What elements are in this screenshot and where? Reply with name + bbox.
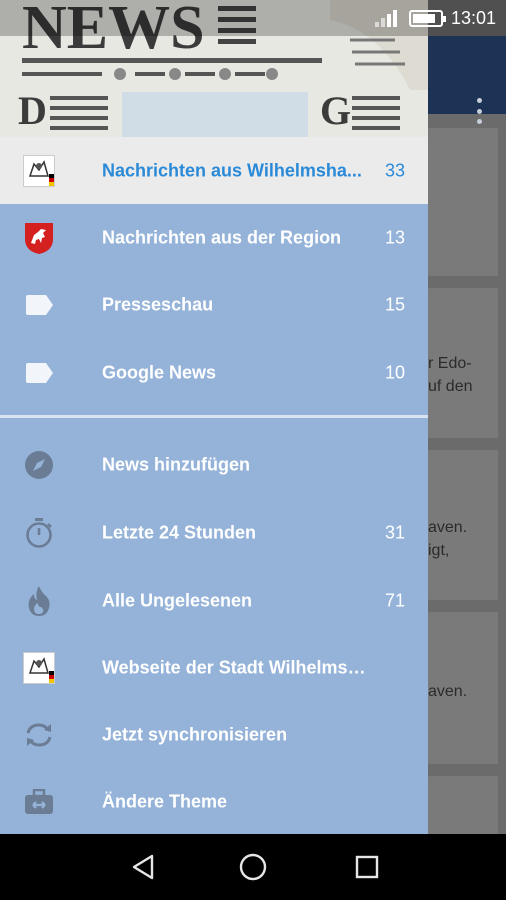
drawer-item-google-news[interactable]: Google News 10 bbox=[0, 339, 428, 406]
flame-icon bbox=[22, 584, 56, 618]
drawer-item-label: News hinzufügen bbox=[102, 454, 250, 474]
unread-count: 71 bbox=[384, 590, 405, 610]
sync-icon bbox=[22, 718, 56, 752]
drawer-item-jetzt-synchronisieren[interactable]: Jetzt synchronisieren bbox=[0, 701, 428, 768]
signal-icon bbox=[374, 9, 401, 27]
card-text: aven. bbox=[428, 519, 468, 536]
status-bar: 13:01 bbox=[0, 0, 506, 36]
drawer-item-nachrichten-region[interactable]: Nachrichten aus der Region 13 bbox=[0, 204, 428, 271]
drawer-item-letzte-24-stunden[interactable]: Letzte 24 Stunden 31 bbox=[0, 499, 428, 566]
system-navigation-bar bbox=[0, 834, 506, 900]
unread-count: 15 bbox=[384, 294, 405, 314]
drawer-item-label: Alle Ungelesenen bbox=[102, 590, 253, 610]
lower-saxony-horse-icon bbox=[22, 221, 56, 255]
drawer-item-label: Google News bbox=[102, 362, 217, 382]
unread-count: 33 bbox=[384, 160, 405, 180]
navigation-drawer: NEWS D G Nachrichten aus Wilhelmsha... 3… bbox=[0, 0, 428, 834]
drawer-item-aendere-theme[interactable]: Ändere Theme bbox=[0, 768, 428, 834]
unread-count: 31 bbox=[384, 522, 405, 542]
wilhelmshaven-emblem-icon bbox=[22, 651, 56, 685]
compass-icon bbox=[22, 448, 56, 482]
drawer-item-label: Nachrichten aus Wilhelmsha... bbox=[102, 160, 362, 180]
svg-text:D: D bbox=[18, 88, 47, 133]
home-icon[interactable] bbox=[238, 852, 268, 882]
drawer-item-presseschau[interactable]: Presseschau 15 bbox=[0, 271, 428, 338]
card-text: aven. bbox=[428, 683, 468, 700]
back-icon[interactable] bbox=[128, 852, 158, 882]
wilhelmshaven-emblem-icon bbox=[22, 154, 56, 188]
battery-icon bbox=[408, 9, 446, 27]
drawer-item-webseite-stadt[interactable]: Webseite der Stadt Wilhelmsha... bbox=[0, 634, 428, 701]
stopwatch-icon bbox=[22, 516, 56, 550]
unread-count: 13 bbox=[384, 227, 405, 247]
recents-icon[interactable] bbox=[352, 852, 382, 882]
status-time: 13:01 bbox=[450, 7, 496, 28]
unread-count: 10 bbox=[384, 362, 405, 382]
drawer-item-label: Presseschau bbox=[102, 294, 214, 314]
drawer-item-label: Webseite der Stadt Wilhelmsha... bbox=[102, 657, 374, 677]
card-text: r Edo- bbox=[428, 355, 472, 372]
news-card[interactable] bbox=[428, 776, 498, 836]
tag-icon bbox=[22, 288, 56, 322]
drawer-item-news-hinzufuegen[interactable]: News hinzufügen bbox=[0, 431, 428, 498]
card-text: igt, bbox=[428, 542, 450, 559]
card-text: uf den bbox=[428, 378, 473, 395]
drawer-item-label: Jetzt synchronisieren bbox=[102, 724, 288, 744]
overflow-menu-icon[interactable] bbox=[472, 98, 486, 124]
tag-icon bbox=[22, 356, 56, 390]
drawer-divider bbox=[0, 415, 428, 418]
news-card[interactable]: r Edo- uf den bbox=[428, 288, 498, 438]
news-card[interactable] bbox=[428, 128, 498, 276]
drawer-item-nachrichten-wilhelmshaven[interactable]: Nachrichten aus Wilhelmsha... 33 bbox=[0, 137, 428, 204]
drawer-item-label: Letzte 24 Stunden bbox=[102, 522, 257, 542]
drawer-item-alle-ungelesenen[interactable]: Alle Ungelesenen 71 bbox=[0, 567, 428, 634]
news-card[interactable]: aven. igt, bbox=[428, 450, 498, 600]
news-card[interactable]: aven. bbox=[428, 612, 498, 764]
drawer-item-label: Ändere Theme bbox=[102, 791, 228, 811]
svg-text:G: G bbox=[320, 88, 351, 133]
theme-briefcase-icon bbox=[22, 785, 56, 819]
drawer-item-label: Nachrichten aus der Region bbox=[102, 227, 342, 247]
